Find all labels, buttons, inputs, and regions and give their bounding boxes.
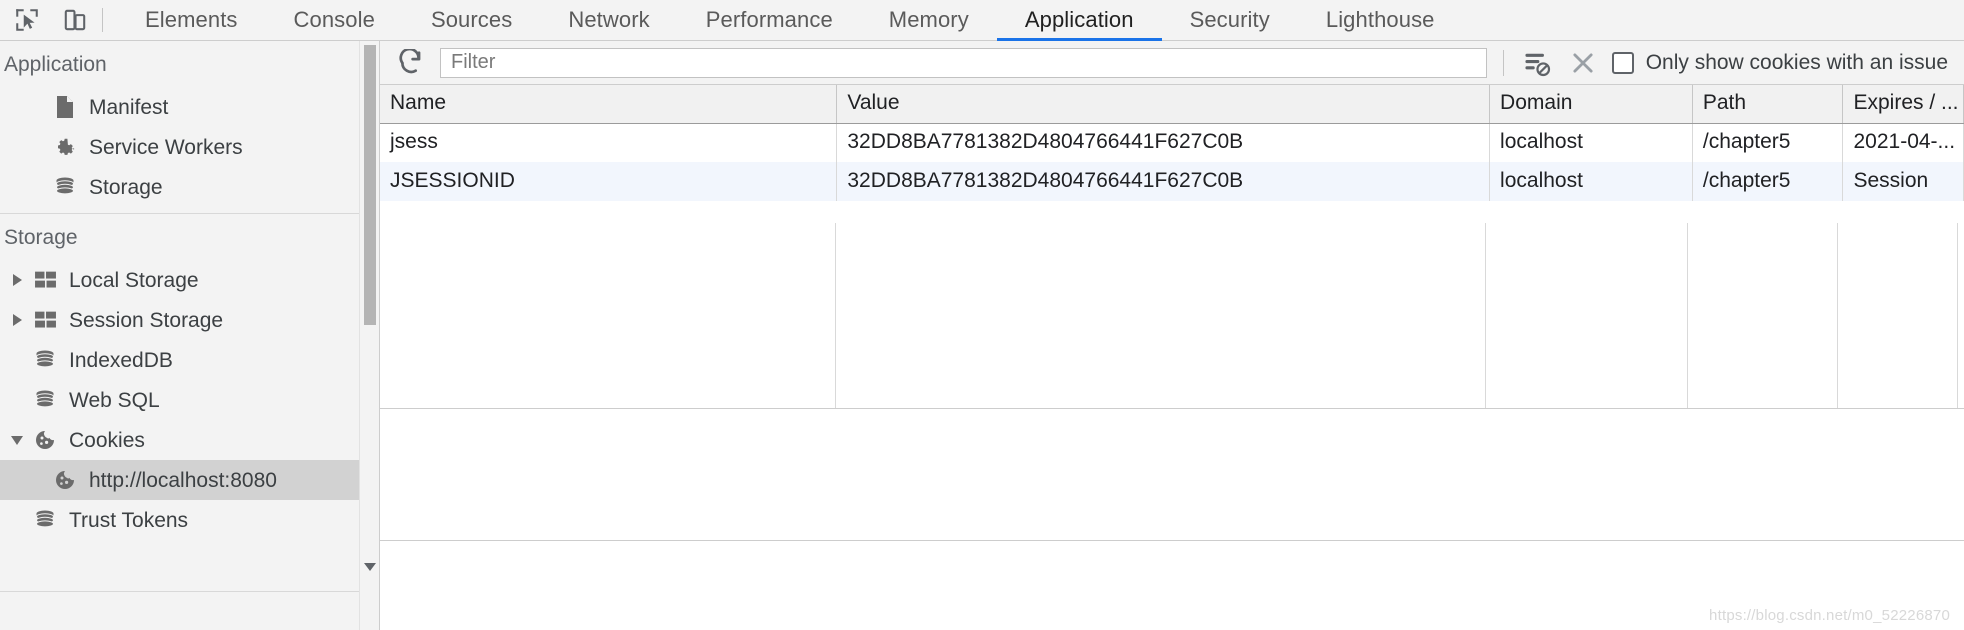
chevron-right-icon[interactable] <box>4 314 30 326</box>
table-empty-area <box>380 223 1964 540</box>
sidebar-item-localhost-8080[interactable]: http://localhost:8080 <box>0 460 379 500</box>
refresh-icon[interactable] <box>394 46 428 80</box>
cell-value[interactable]: 32DD8BA7781382D4804766441F627C0B <box>836 123 1491 162</box>
cell-expires[interactable]: Session <box>1842 162 1964 201</box>
sidebar-scrollbar-thumb[interactable] <box>364 45 376 325</box>
sidebar-item-label: Service Workers <box>89 135 243 159</box>
sidebar-item-indexeddb[interactable]: IndexedDB <box>0 340 379 380</box>
tab-network[interactable]: Network <box>540 0 677 40</box>
only-issues-label: Only show cookies with an issue <box>1645 50 1948 74</box>
sidebar-item-label: Trust Tokens <box>69 508 189 532</box>
sidebar-bottom-divider <box>0 591 379 592</box>
inspect-cursor-icon[interactable] <box>10 4 44 36</box>
main-split: Application Manifest Service Workers Sto… <box>0 41 1964 630</box>
bottom-pane: https://blog.csdn.net/m0_52226870 <box>380 540 1964 630</box>
gear-icon <box>50 135 80 159</box>
cell-path[interactable]: /chapter5 <box>1692 162 1844 201</box>
close-x-icon[interactable] <box>1566 46 1600 80</box>
sidebar-item-label: Storage <box>89 175 163 199</box>
column-rule <box>835 223 836 408</box>
tab-sources[interactable]: Sources <box>403 0 540 40</box>
cell-name[interactable]: JSESSIONID <box>380 162 838 201</box>
cell-domain[interactable]: localhost <box>1489 162 1693 201</box>
sidebar-section-storage: Storage <box>4 226 78 249</box>
database-icon <box>30 508 60 532</box>
column-header-expires[interactable]: Expires / ... <box>1842 85 1964 124</box>
cell-value[interactable]: 32DD8BA7781382D4804766441F627C0B <box>836 162 1491 201</box>
column-rule <box>1687 223 1688 408</box>
cookies-toolbar: Only show cookies with an issue <box>380 41 1964 85</box>
tab-lighthouse[interactable]: Lighthouse <box>1298 0 1463 40</box>
only-issues-checkbox[interactable] <box>1611 51 1634 74</box>
column-header-value[interactable]: Value <box>836 85 1491 124</box>
column-header-name[interactable]: Name <box>380 85 838 124</box>
sidebar-item-label: Web SQL <box>69 388 160 412</box>
tab-console[interactable]: Console <box>266 0 403 40</box>
column-header-path[interactable]: Path <box>1692 85 1844 124</box>
device-toolbar-icon[interactable] <box>58 4 92 36</box>
watermark-text: https://blog.csdn.net/m0_52226870 <box>1709 607 1950 624</box>
toolbar-divider <box>102 8 103 32</box>
cookie-table-container: Name Value Domain Path Expires / ... jse… <box>380 85 1964 540</box>
filter-input[interactable] <box>440 47 1487 78</box>
toolbar-divider <box>1502 49 1504 76</box>
sidebar-item-trust-tokens[interactable]: Trust Tokens <box>0 500 379 540</box>
tab-elements[interactable]: Elements <box>117 0 266 40</box>
sidebar-item-label: http://localhost:8080 <box>89 468 277 492</box>
chevron-down-icon[interactable] <box>4 435 30 445</box>
database-icon <box>30 348 60 372</box>
devtools-tabs: Elements Console Sources Network Perform… <box>117 0 1463 41</box>
sidebar-item-label: Session Storage <box>69 308 224 332</box>
sidebar-item-service-workers[interactable]: Service Workers <box>0 127 379 167</box>
sidebar-item-label: IndexedDB <box>69 348 173 372</box>
cookie-icon <box>30 428 60 452</box>
application-sidebar: Application Manifest Service Workers Sto… <box>0 41 380 630</box>
column-header-domain[interactable]: Domain <box>1489 85 1693 124</box>
cookie-table-body: jsess 32DD8BA7781382D4804766441F627C0B l… <box>380 123 1964 201</box>
table-grid-icon <box>30 270 60 290</box>
chevron-right-icon[interactable] <box>4 274 30 286</box>
tab-application[interactable]: Application <box>996 0 1162 41</box>
sidebar-item-label: Local Storage <box>69 268 199 292</box>
sidebar-item-local-storage[interactable]: Local Storage <box>0 260 379 300</box>
column-rule <box>1957 223 1958 408</box>
cell-domain[interactable]: localhost <box>1489 123 1693 162</box>
table-row[interactable]: jsess 32DD8BA7781382D4804766441F627C0B l… <box>380 123 1964 162</box>
devtools-left-icons <box>0 0 98 40</box>
cookie-table-header-row: Name Value Domain Path Expires / ... <box>380 85 1964 124</box>
cookie-table-head: Name Value Domain Path Expires / ... <box>380 85 1964 124</box>
cookie-table: Name Value Domain Path Expires / ... jse… <box>380 85 1964 201</box>
database-icon <box>50 175 80 199</box>
cell-path[interactable]: /chapter5 <box>1692 123 1844 162</box>
column-rule <box>1485 223 1486 408</box>
table-row[interactable]: JSESSIONID 32DD8BA7781382D4804766441F627… <box>380 162 1964 201</box>
tab-memory[interactable]: Memory <box>861 0 997 40</box>
cell-expires[interactable]: 2021-04-... <box>1842 123 1964 162</box>
table-grid-icon <box>30 310 60 330</box>
clear-filter-icon[interactable] <box>1520 46 1554 80</box>
scroll-down-arrow-icon[interactable] <box>360 556 379 578</box>
cookies-panel: Only show cookies with an issue Name Val… <box>380 41 1964 630</box>
only-issues-checkbox-row[interactable]: Only show cookies with an issue <box>1611 50 1954 75</box>
sidebar-item-storage[interactable]: Storage <box>0 167 379 207</box>
document-icon <box>50 95 80 119</box>
sidebar-item-label: Cookies <box>69 428 145 452</box>
sidebar-item-manifest[interactable]: Manifest <box>0 87 379 127</box>
sidebar-item-session-storage[interactable]: Session Storage <box>0 300 379 340</box>
cell-name[interactable]: jsess <box>380 123 838 162</box>
sidebar-item-web-sql[interactable]: Web SQL <box>0 380 379 420</box>
column-rule <box>1837 223 1838 408</box>
sidebar-scrollbar[interactable] <box>359 41 379 630</box>
devtools-tab-bar: Elements Console Sources Network Perform… <box>0 0 1964 41</box>
sidebar-item-label: Manifest <box>89 95 169 119</box>
cookie-icon <box>50 468 80 492</box>
tab-performance[interactable]: Performance <box>678 0 861 40</box>
sidebar-item-cookies[interactable]: Cookies <box>0 420 379 460</box>
database-icon <box>30 388 60 412</box>
tab-security[interactable]: Security <box>1162 0 1298 40</box>
table-bottom-divider <box>380 408 1964 409</box>
sidebar-section-application: Application <box>4 53 107 76</box>
